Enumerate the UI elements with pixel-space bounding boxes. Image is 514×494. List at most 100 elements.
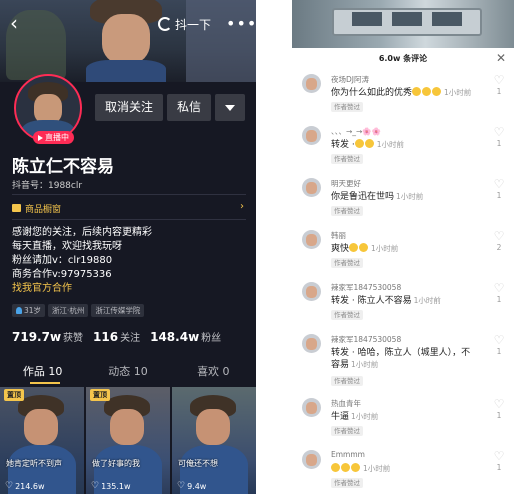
more-options-icon[interactable]: ••• — [226, 14, 256, 33]
live-badge[interactable]: 直播中 — [33, 131, 74, 144]
divider — [12, 219, 246, 220]
triangle-down-icon — [225, 105, 235, 111]
video-caption: 可俺还不想 — [178, 459, 218, 468]
stat-followers[interactable]: 148.4w 粉丝 — [150, 329, 221, 344]
video-thumbnail[interactable]: 置顶 她肯定听不到声 ♡ 214.6w — [0, 387, 84, 494]
stat-value: 719.7w — [12, 330, 62, 344]
shop-window-link[interactable]: 商品橱窗 › — [12, 201, 246, 215]
comment-item[interactable]: 热血青年牛逼 1小时前 作者赞过 ♡ 1 — [302, 398, 510, 438]
comment-like-count: 2 — [496, 243, 502, 252]
shake-button[interactable]: 抖一下 — [158, 15, 211, 33]
comment-text: 牛逼 1小时前 — [331, 411, 473, 423]
comment-like-button[interactable]: ♡ 1 — [492, 126, 506, 149]
profile-banner — [0, 0, 256, 82]
video-like-count: 214.6w — [15, 481, 45, 491]
tab-likes[interactable]: 喜欢 0 — [171, 359, 256, 385]
recommend-dropdown-button[interactable] — [215, 94, 245, 121]
comment-like-button[interactable]: ♡ 1 — [492, 334, 506, 357]
back-arrow-icon[interactable]: ‹ — [10, 13, 28, 33]
unfollow-button[interactable]: 取消关注 — [95, 94, 163, 121]
heart-icon: ♡ — [5, 481, 14, 491]
author-liked-badge: 作者赞过 — [331, 310, 363, 320]
comment-time: 1小时前 — [351, 360, 379, 369]
comment-item[interactable]: 夜场DJ阿涛 你为什么如此的优秀 1小时前 作者赞过 ♡ 1 — [302, 74, 510, 114]
comment-time: 1小时前 — [376, 140, 405, 149]
comment-like-count: 1 — [496, 463, 502, 472]
comment-like-count: 1 — [496, 191, 502, 200]
comment-like-button[interactable]: ♡ 1 — [492, 73, 506, 97]
comment-text: 转发 · 哈哈，陈立人（城里人），不容易 1小时前 — [331, 347, 473, 371]
comment-username[interactable]: 韩丽 — [331, 230, 346, 241]
heart-icon: ♡ — [493, 73, 505, 87]
comment-username[interactable]: 夜场DJ阿涛 — [331, 74, 369, 85]
comment-username[interactable]: 辣家军1847530058 — [331, 282, 401, 293]
comment-username[interactable]: 、、、→_→🌸🌸 — [331, 126, 381, 137]
comment-like-button[interactable]: ♡ 1 — [492, 281, 506, 305]
heart-icon: ♡ — [177, 481, 186, 491]
comment-avatar[interactable] — [302, 74, 321, 93]
video-likes: ♡ 214.6w — [5, 481, 45, 491]
profile-tags: 31岁 浙江·杭州 浙江传媒学院 — [12, 304, 145, 317]
laughing-emoji-icon — [412, 87, 422, 96]
author-liked-badge: 作者赞过 — [331, 206, 363, 216]
comment-time: 1小时前 — [396, 192, 424, 201]
comment-body: 转发 · — [331, 140, 355, 150]
comment-username[interactable]: 辣家军1847530058 — [331, 334, 401, 345]
tab-dynamics[interactable]: 动态 10 — [85, 359, 170, 385]
heart-icon: ♡ — [493, 397, 505, 411]
shopping-bag-icon — [12, 204, 21, 212]
comment-item[interactable]: 明天更好 你是鲁迅在世吗 1小时前 作者赞过 ♡ 1 — [302, 178, 510, 218]
comment-avatar[interactable] — [302, 398, 321, 417]
comment-like-button[interactable]: ♡ 1 — [492, 449, 506, 473]
comment-item[interactable]: 、、、→_→🌸🌸 转发 · 1小时前作者赞过 ♡ 1 — [302, 126, 510, 166]
author-liked-badge: 作者赞过 — [331, 154, 363, 164]
video-thumbnail[interactable]: 可俺还不想 ♡ 9.4w — [172, 387, 256, 494]
comment-item[interactable]: 韩丽 爽快 1小时前 作者赞过 ♡ 2 — [302, 230, 510, 270]
stat-value: 116 — [93, 330, 119, 344]
chevron-right-icon: › — [240, 201, 244, 212]
comment-avatar[interactable] — [302, 282, 321, 301]
shake-label: 抖一下 — [175, 17, 212, 32]
message-button[interactable]: 私信 — [167, 94, 211, 121]
comment-avatar[interactable] — [302, 334, 321, 353]
comment-like-button[interactable]: ♡ 2 — [492, 230, 506, 253]
comment-like-button[interactable]: ♡ 1 — [492, 178, 506, 201]
pinned-badge: 置顶 — [90, 389, 110, 401]
video-like-count: 9.4w — [187, 481, 207, 491]
comments-panel: 6.0w 条评论 ✕ 夜场DJ阿涛 你为什么如此的优秀 1小时前 作者赞过 ♡ 1 、、、→… — [292, 0, 514, 494]
live-label: 直播中 — [45, 133, 69, 142]
bio-line: 粉丝请加v：clr19880 — [12, 255, 113, 266]
heart-icon: ♡ — [493, 449, 505, 463]
comment-avatar[interactable] — [302, 178, 321, 197]
comment-avatar[interactable] — [302, 450, 321, 469]
tag-label: 31岁 — [24, 306, 42, 315]
comment-username[interactable]: 明天更好 — [331, 178, 361, 189]
comment-item[interactable]: Emmmm 1小时前 作者赞过 ♡ 1 — [302, 450, 510, 490]
comment-username[interactable]: Emmmm — [331, 450, 365, 459]
comment-text: 转发 · 陈立人不容易 1小时前 — [331, 295, 473, 307]
comment-like-count: 1 — [496, 87, 502, 96]
video-thumbnail[interactable]: 置顶 做了好事的我 ♡ 135.1w — [86, 387, 170, 494]
author-liked-badge: 作者赞过 — [331, 426, 363, 436]
comment-avatar[interactable] — [302, 230, 321, 249]
comment-like-button[interactable]: ♡ 1 — [492, 397, 506, 421]
heart-icon: ♡ — [493, 281, 505, 295]
comment-text: 1小时前 — [331, 463, 473, 475]
laughing-emoji-icon — [432, 87, 442, 96]
laughing-emoji-icon — [422, 87, 432, 96]
comment-time: 1小时前 — [413, 296, 441, 305]
comment-username[interactable]: 热血青年 — [331, 398, 361, 409]
comment-like-count: 1 — [496, 347, 502, 356]
laughing-emoji-icon — [341, 463, 350, 472]
comment-item[interactable]: 辣家军1847530058 转发 · 哈哈，陈立人（城里人），不容易 1小时前 作者赞… — [302, 334, 510, 390]
stat-following[interactable]: 116 关注 — [93, 329, 140, 344]
bio-official-link[interactable]: 找我官方合作 — [12, 282, 152, 296]
close-icon[interactable]: ✕ — [496, 51, 506, 65]
comment-item[interactable]: 辣家军1847530058 转发 · 陈立人不容易 1小时前 作者赞过 ♡ 1 — [302, 282, 510, 322]
laughing-emoji-icon — [359, 243, 369, 252]
laughing-emoji-icon — [354, 139, 364, 148]
video-preview[interactable] — [292, 0, 514, 48]
stat-label: 关注 — [120, 333, 141, 344]
comment-avatar[interactable] — [302, 126, 321, 145]
divider — [12, 194, 246, 195]
